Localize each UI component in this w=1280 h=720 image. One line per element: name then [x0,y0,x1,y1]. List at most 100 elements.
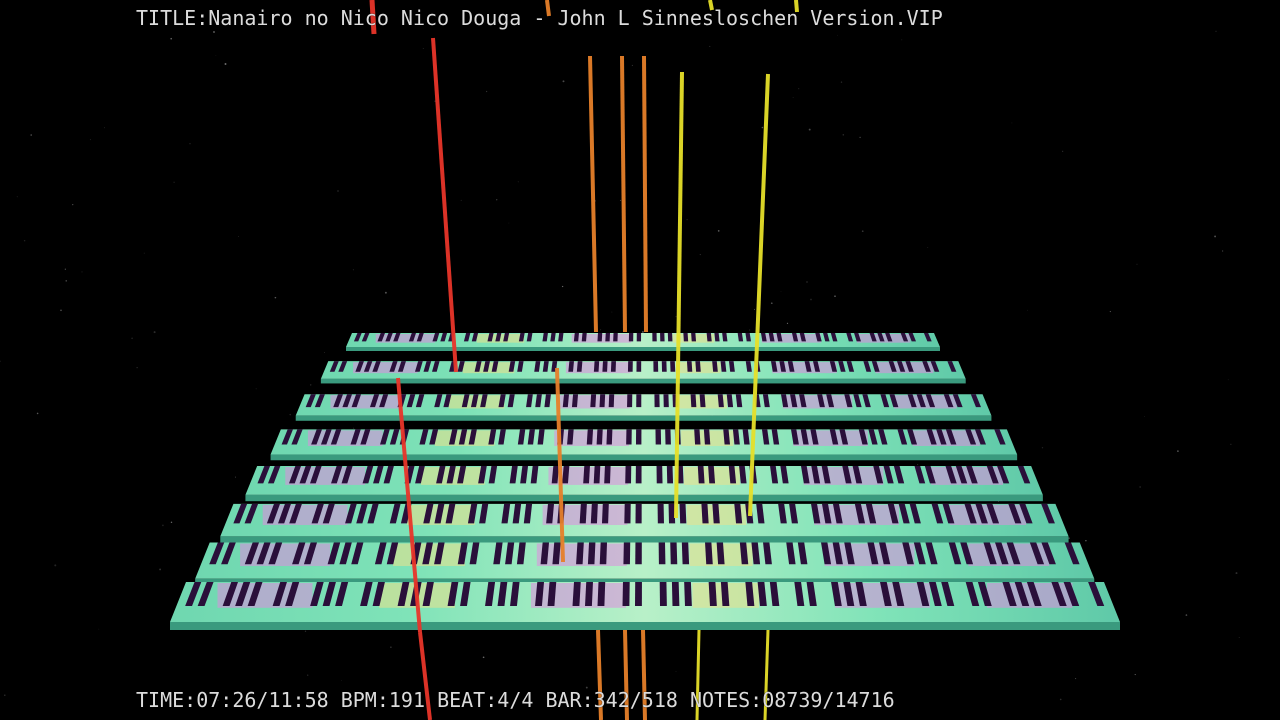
star [798,88,800,90]
black-key [622,582,630,606]
star [1062,150,1064,152]
star [274,296,277,299]
star [64,268,66,270]
star [213,31,215,33]
star [224,63,227,65]
black-key [659,582,667,606]
black-key [705,542,713,565]
star [901,39,903,41]
star [561,285,564,288]
keyboard-row [195,542,1095,587]
black-key [661,361,667,372]
bar-value: 342/518 [593,688,678,712]
black-key [699,394,706,408]
star [806,281,808,283]
star [1027,309,1028,311]
piano-roll-3d-scene [0,0,1240,720]
star [81,271,83,273]
star [482,656,485,659]
star [255,388,257,390]
star [1230,443,1232,445]
star [170,37,173,40]
star [189,143,191,145]
black-key [706,333,712,342]
black-key [635,429,642,445]
black-key [636,333,642,342]
black-key [653,361,659,372]
song-title-readout: TITLE:Nanairo no Nico Nico Douga - John … [136,6,943,30]
star [927,247,929,248]
star [104,127,105,129]
star [837,34,839,36]
black-key [667,333,673,342]
black-key [697,466,705,484]
black-key [636,361,642,372]
black-key [654,394,660,408]
star [761,126,764,129]
star [65,280,67,282]
black-key [604,466,611,484]
black-key [686,361,693,372]
star [23,239,26,242]
black-key [581,333,587,342]
keyboard-row [320,361,966,384]
star [1085,540,1087,542]
keyboard-row [245,466,1043,502]
black-key [671,582,680,606]
keyboard-row [220,503,1069,544]
star [770,302,773,305]
keyboard-front-edge [220,536,1069,544]
black-key [656,466,663,484]
star [390,646,392,648]
star [1134,674,1136,676]
black-key [593,361,600,372]
star [861,230,864,233]
black-key [635,542,642,565]
black-key [626,429,632,445]
star [422,48,424,50]
black-key [610,361,616,372]
star [808,128,811,131]
star [840,81,843,83]
black-key [657,503,664,524]
time-value: 07:26/11:58 [196,688,329,712]
black-key [583,466,590,484]
black-key [670,542,678,565]
star [170,521,173,524]
black-key [652,333,657,342]
black-key [635,466,642,484]
star [1214,235,1217,238]
star [1075,678,1077,680]
black-key [684,582,692,606]
keyboard-front-edge [346,347,940,351]
black-key [613,333,618,342]
star [619,199,622,201]
star [859,136,861,139]
star [717,230,720,232]
star [1227,379,1229,381]
star [215,55,217,56]
star [675,316,677,318]
black-key [597,582,606,606]
star [289,413,291,416]
star [30,134,32,136]
beat-label: BEAT: [437,688,498,712]
keyboard-front-edge [170,622,1120,630]
black-key [601,503,609,524]
star [1215,30,1217,32]
star [631,64,633,66]
black-key [624,503,631,524]
star [238,236,239,238]
black-key [625,466,632,484]
black-key [695,361,701,372]
black-key [579,503,587,524]
star [173,181,175,183]
black-key [655,429,662,445]
black-key [635,503,642,524]
star [496,199,498,201]
black-key [703,429,711,445]
black-key [593,466,601,484]
black-key [663,394,669,408]
star [641,330,644,333]
black-key [701,503,709,524]
